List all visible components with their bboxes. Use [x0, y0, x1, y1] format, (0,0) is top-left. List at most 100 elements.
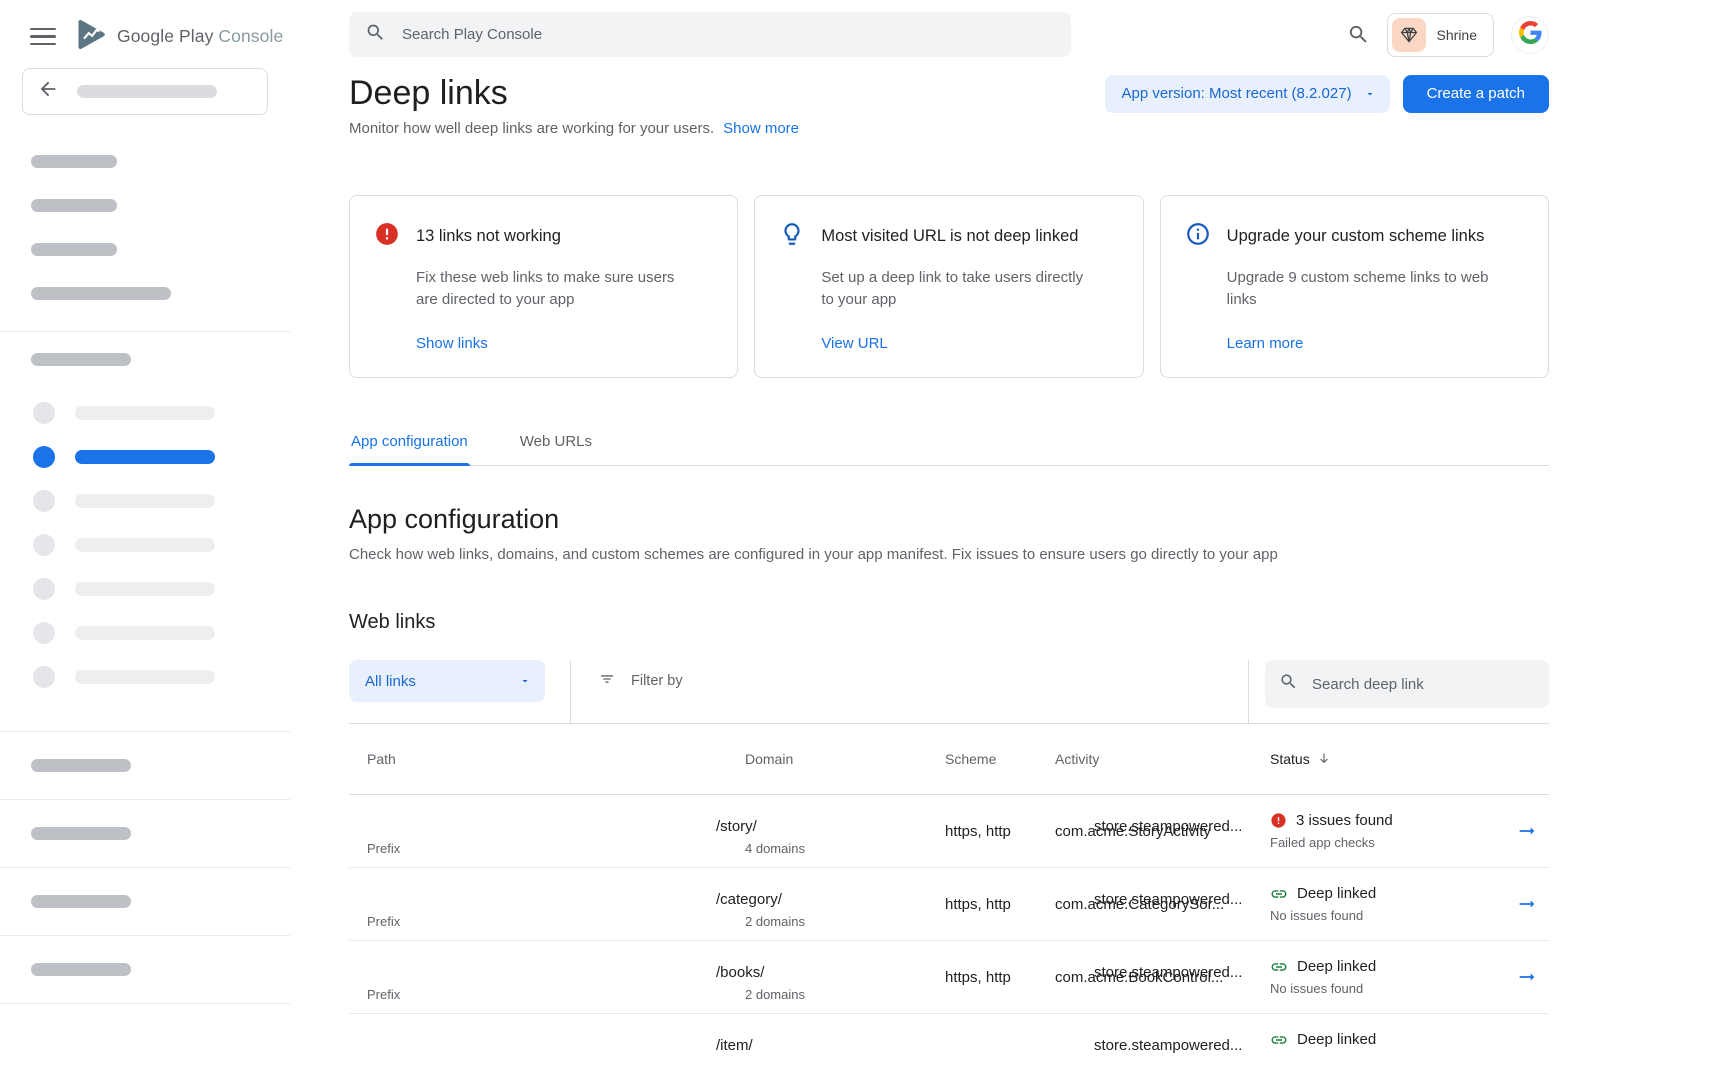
- card-upgrade-schemes: Upgrade your custom scheme links Upgrade…: [1160, 195, 1549, 378]
- learn-more-link[interactable]: Learn more: [1227, 335, 1304, 352]
- section-description: Check how web links, domains, and custom…: [349, 546, 1549, 563]
- divider: [1248, 660, 1249, 723]
- google-g-icon: [1519, 21, 1542, 49]
- domain-count: 2 domains: [745, 912, 945, 932]
- tab-web-urls[interactable]: Web URLs: [518, 433, 594, 465]
- table-row[interactable]: /books/Prefix store.steampowered...2 dom…: [349, 941, 1549, 1014]
- skeleton-section-label: [31, 353, 131, 366]
- sidebar-section-collapsed[interactable]: [0, 732, 290, 799]
- item-icon-placeholder: [33, 446, 55, 468]
- google-account-avatar[interactable]: [1511, 16, 1549, 54]
- tab-app-configuration[interactable]: App configuration: [349, 433, 470, 465]
- divider: [570, 660, 571, 723]
- scheme-value: https, http: [945, 896, 1055, 913]
- scheme-value: https, http: [945, 823, 1055, 840]
- skeleton-bar: [75, 582, 215, 596]
- item-icon-placeholder: [33, 534, 55, 556]
- tab-bar: App configuration Web URLs: [349, 433, 1549, 466]
- row-arrow-icon[interactable]: [1516, 820, 1538, 842]
- sidebar-item-active[interactable]: [0, 435, 290, 479]
- sidebar-item[interactable]: [0, 611, 290, 655]
- deep-linked-icon: [1270, 958, 1288, 976]
- card-body: Fix these web links to make sure users a…: [374, 267, 713, 311]
- card-title: 13 links not working: [416, 227, 561, 246]
- status-label: Deep linked: [1297, 956, 1376, 978]
- error-icon: [1270, 812, 1287, 829]
- domain-count: [745, 1058, 945, 1078]
- sidebar-item[interactable]: [0, 479, 290, 523]
- sidebar-item[interactable]: [0, 655, 290, 699]
- item-icon-placeholder: [33, 666, 55, 688]
- chevron-down-icon: [519, 675, 531, 687]
- status-label: Deep linked: [1297, 883, 1376, 905]
- column-header-path: Path: [349, 751, 745, 767]
- status-label: 3 issues found: [1296, 810, 1393, 832]
- menu-icon[interactable]: [30, 28, 56, 46]
- status-label: Deep linked: [1297, 1029, 1376, 1051]
- console-search[interactable]: [349, 12, 1071, 57]
- path-type: [367, 1058, 745, 1078]
- app-selector-chip[interactable]: Shrine: [1387, 13, 1494, 57]
- table-row[interactable]: /story/Prefix store.steampowered...4 dom…: [349, 795, 1549, 868]
- skeleton-bar: [31, 963, 131, 976]
- topbar: Shrine: [349, 12, 1549, 57]
- path-type: Prefix: [367, 985, 745, 1005]
- links-filter-dropdown[interactable]: All links: [349, 660, 545, 702]
- card-body: Set up a deep link to take users directl…: [779, 267, 1118, 311]
- filter-by-button[interactable]: Filter by: [598, 660, 683, 702]
- sidebar-section-collapsed[interactable]: [0, 936, 290, 1003]
- deep-link-search-input[interactable]: [1312, 676, 1535, 693]
- deep-linked-icon: [1270, 1031, 1288, 1049]
- sidebar-item[interactable]: [0, 567, 290, 611]
- skeleton-bar: [75, 538, 215, 552]
- table-header: Path Domain Scheme Activity Status: [349, 724, 1549, 795]
- web-links-table: Path Domain Scheme Activity Status /stor…: [349, 724, 1549, 1080]
- create-patch-button[interactable]: Create a patch: [1403, 75, 1549, 113]
- filter-bar: All links Filter by: [349, 660, 1549, 724]
- sidebar-item[interactable]: [0, 391, 290, 435]
- back-navigation[interactable]: [22, 68, 268, 115]
- card-body: Upgrade 9 custom scheme links to web lin…: [1185, 267, 1524, 311]
- card-links-not-working: 13 links not working Fix these web links…: [349, 195, 738, 378]
- table-row[interactable]: /category/Prefix store.steampowered...2 …: [349, 868, 1549, 941]
- row-arrow-icon[interactable]: [1516, 893, 1538, 915]
- status-detail: [1270, 1052, 1505, 1072]
- page-subtitle: Monitor how well deep links are working …: [349, 120, 714, 137]
- sidebar-section-collapsed[interactable]: [0, 868, 290, 935]
- lightbulb-icon: [779, 221, 805, 252]
- view-url-link[interactable]: View URL: [821, 335, 887, 352]
- play-logo-icon: [72, 16, 109, 58]
- status-detail: Failed app checks: [1270, 833, 1505, 853]
- app-version-dropdown[interactable]: App version: Most recent (8.2.027): [1105, 75, 1389, 113]
- sidebar-skeleton-group: [31, 155, 290, 300]
- item-icon-placeholder: [33, 402, 55, 424]
- skeleton-bar: [31, 287, 171, 300]
- back-arrow-icon: [37, 78, 59, 105]
- skeleton-bar: [75, 670, 215, 684]
- divider: [0, 1003, 290, 1004]
- page-title: Deep links: [349, 74, 508, 113]
- skeleton-bar: [77, 85, 217, 98]
- skeleton-bar: [31, 155, 117, 168]
- card-most-visited-url: Most visited URL is not deep linked Set …: [754, 195, 1143, 378]
- web-links-title: Web links: [349, 611, 1549, 634]
- sidebar-section-collapsed[interactable]: [0, 800, 290, 867]
- search-input[interactable]: [402, 26, 1055, 43]
- domain-count: 4 domains: [745, 839, 945, 859]
- search-icon: [1279, 672, 1298, 696]
- item-icon-placeholder: [33, 578, 55, 600]
- column-header-status[interactable]: Status: [1270, 751, 1505, 767]
- sidebar: Google Play Console: [0, 0, 290, 1080]
- show-more-link[interactable]: Show more: [723, 120, 799, 137]
- chevron-down-icon: [1364, 88, 1376, 100]
- insight-cards: 13 links not working Fix these web links…: [349, 195, 1549, 378]
- global-search-icon[interactable]: [1347, 23, 1370, 46]
- row-arrow-icon[interactable]: [1516, 966, 1538, 988]
- sidebar-nav: [0, 391, 290, 699]
- divider: [0, 331, 290, 332]
- deep-link-search[interactable]: [1265, 660, 1549, 708]
- show-links-link[interactable]: Show links: [416, 335, 488, 352]
- sidebar-item[interactable]: [0, 523, 290, 567]
- table-row[interactable]: /item/ store.steampowered... Deep linked: [349, 1014, 1549, 1080]
- card-title: Upgrade your custom scheme links: [1227, 227, 1485, 246]
